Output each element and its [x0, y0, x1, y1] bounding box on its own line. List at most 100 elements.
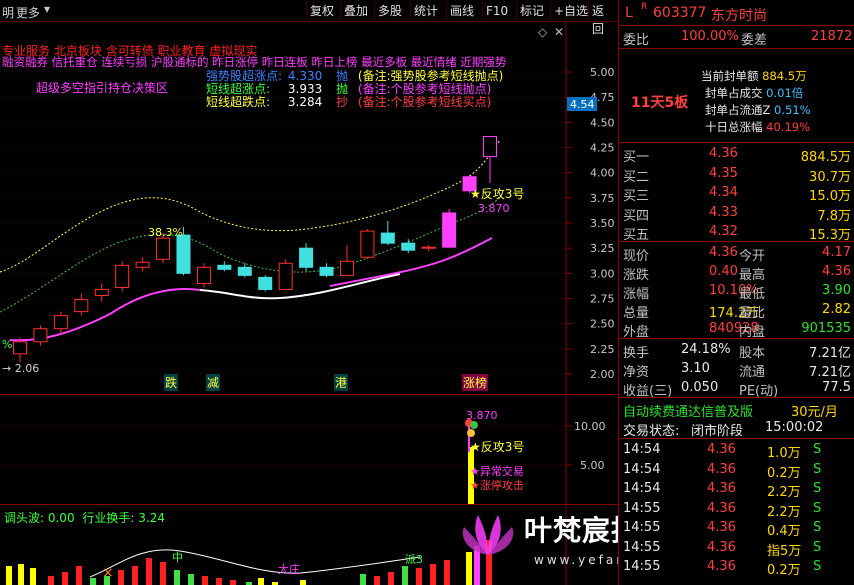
draw-line-button[interactable]: 画线	[446, 2, 477, 20]
tag: 融资融券	[2, 55, 48, 69]
candle	[339, 260, 354, 276]
turnover-bar	[18, 564, 24, 585]
tick-volume: 0.4万	[767, 524, 801, 539]
stat-label: 量比	[739, 306, 766, 321]
stat-row: 涨跌 0.40 最高 4.36	[619, 263, 854, 283]
weicha-value: 21872	[811, 29, 853, 44]
event-tag-limit-up: 涨榜	[462, 374, 489, 391]
back-button[interactable]: 返回	[588, 2, 618, 36]
r-marker: R	[641, 2, 648, 12]
upper-band-line	[0, 139, 501, 273]
weibi-row: 委比 100.00% 委差 21872	[619, 28, 854, 48]
tag: 信托重仓	[51, 55, 98, 69]
weibi-label: 委比	[623, 33, 650, 48]
bid-row: 买二 4.35 30.7万	[619, 165, 854, 185]
y-tick-label: 2.75	[590, 293, 615, 306]
bid-label: 买三	[623, 189, 650, 204]
bid-row: 买五 4.32 15.3万	[619, 223, 854, 243]
candle	[360, 230, 375, 258]
close-icon[interactable]: ✕	[554, 25, 564, 39]
left-pct-label: %	[2, 338, 13, 351]
turnover-bar	[430, 564, 436, 585]
stat-row: 涨幅 10.10% 最低 3.90	[619, 282, 854, 302]
signal-action: 抄	[336, 95, 349, 109]
tick-side: S	[813, 461, 822, 477]
signal-indicator-chart[interactable]: 10.00 5.00 3.870 ★反攻3号 ★异常交易 ★涨停攻击	[0, 394, 618, 505]
bid-label: 买一	[623, 150, 650, 165]
wave-title-row: 调头波: 0.00 行业换手: 3.24	[4, 509, 165, 526]
mark-button[interactable]: 标记	[516, 2, 547, 20]
candlestick-chart[interactable]: 5.00 4.75 4.50 4.25 4.00 3.75 3.50 3.25 3.00 2.75…	[0, 22, 618, 394]
tick-time: 14:54	[623, 461, 661, 477]
trade-status-label: 交易状态:	[623, 424, 680, 439]
bid-label: 买二	[623, 169, 650, 185]
quote-header: L R 603377 东方时尚	[619, 2, 854, 24]
bid-price: 4.36	[709, 146, 738, 161]
turnover-bar	[444, 560, 450, 585]
tick-row: 14:55 4.36 2.2万 S	[619, 500, 854, 520]
promo-row[interactable]: 自动续费通达信普及版 30元/月	[619, 400, 854, 420]
dropdown-arrow-icon[interactable]: ▾	[44, 2, 50, 16]
turnover-bar	[258, 578, 264, 585]
event-tag-hk: 港	[334, 374, 349, 391]
bid-volume: 30.7万	[809, 169, 851, 185]
tick-time: 14:54	[623, 442, 661, 457]
tick-side: S	[813, 559, 822, 574]
tick-row: 14:54 4.36 0.2万 S	[619, 461, 854, 481]
turnover-wave-chart[interactable]: 调头波: 0.00 行业换手: 3.24 中 大庄 派3 × 叶梵宸指标公式网 …	[0, 504, 755, 585]
signal-note: (备注:个股参考短线买点)	[357, 95, 492, 109]
seal-value: 0.01倍	[766, 86, 804, 100]
more-menu[interactable]: 更多	[16, 4, 40, 21]
y-tick-label: 3.75	[590, 192, 615, 205]
tick-row: 14:55 4.36 指5万 S	[619, 539, 854, 559]
stat-label: 换手	[623, 346, 650, 361]
lotus-logo-icon	[458, 509, 518, 559]
candle	[94, 288, 109, 296]
seal-value: 884.5万	[762, 69, 807, 83]
seal-value: 0.51%	[774, 103, 811, 117]
wave-line	[89, 549, 421, 578]
indicator-title: 超级多空指引持仓决策区	[36, 81, 169, 95]
candle	[176, 234, 191, 274]
settings-diamond-icon[interactable]: ◇	[538, 25, 548, 39]
bid-volume: 15.0万	[809, 189, 851, 204]
tick-time: 14:54	[623, 481, 661, 496]
stat2-row: 收益(三) 0.050 PE(动) 77.5	[619, 379, 854, 399]
multi-stock-button[interactable]: 多股	[374, 2, 405, 20]
statistics-button[interactable]: 统计	[410, 2, 441, 20]
stat-value: 24.18%	[681, 342, 731, 357]
tick-row: 14:55 4.36 0.2万 S	[619, 558, 854, 578]
restore-rights-button[interactable]: 复权	[306, 2, 337, 20]
stat2-row: 净资 3.10 流通 7.21亿	[619, 360, 854, 380]
overlay-button[interactable]: 叠加	[340, 2, 371, 20]
tick-time: 14:55	[623, 559, 661, 574]
signal-value: 3.284	[287, 95, 323, 109]
f10-button[interactable]: F10	[482, 2, 511, 20]
candle	[135, 261, 150, 268]
bid-row: 买四 4.33 7.8万	[619, 204, 854, 224]
turnover-bar	[360, 574, 366, 585]
tick-volume: 0.2万	[767, 563, 801, 578]
stat-label: 涨幅	[623, 287, 650, 302]
turnover-bar	[6, 566, 12, 585]
turnover-bar	[62, 572, 68, 585]
candle	[13, 341, 27, 355]
stat-value: 4.36	[822, 264, 851, 279]
bid-price: 4.34	[709, 185, 738, 200]
tick-side: S	[813, 500, 822, 516]
fangong-price: 3.870	[478, 202, 510, 215]
bid-price: 4.32	[709, 224, 738, 239]
turnover-bar	[90, 578, 96, 585]
candle	[217, 264, 232, 270]
wave-label: 派3	[405, 553, 423, 566]
add-favorite-button[interactable]: +自选	[550, 2, 591, 20]
tick-side: S	[813, 481, 822, 496]
candle	[237, 266, 252, 276]
candle	[442, 212, 457, 248]
sub-price: 3.870	[466, 409, 498, 422]
tick-volume: 2.2万	[767, 504, 801, 520]
wave-label: 大庄	[278, 563, 300, 576]
tag: 连续亏损	[101, 55, 148, 69]
candle	[380, 232, 395, 244]
sub-signal-limit-attack: ★涨停攻击	[470, 479, 524, 492]
